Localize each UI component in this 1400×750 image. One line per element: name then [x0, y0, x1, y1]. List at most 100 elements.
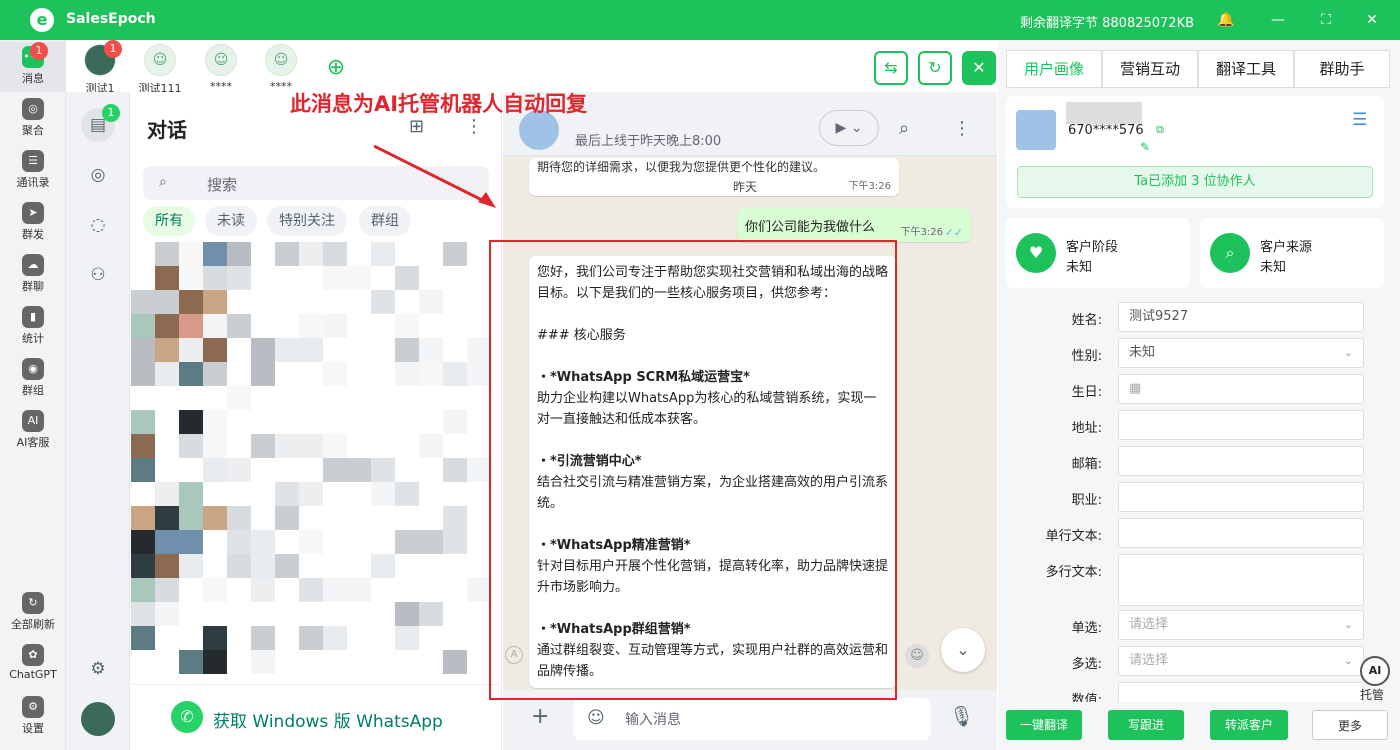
note-icon[interactable]: ☰ [1352, 110, 1367, 130]
number-input[interactable] [1118, 682, 1364, 702]
copy-icon[interactable]: ⧉ [1156, 123, 1164, 137]
bell-icon[interactable]: 🔔 [1216, 10, 1236, 30]
account-tab[interactable]: 测试1 1 [72, 40, 128, 96]
mosaic-cell [251, 650, 275, 674]
switch-icon[interactable]: ⇆ [874, 51, 908, 85]
follow-up-button[interactable]: 写跟进 [1108, 710, 1184, 740]
edit-icon[interactable]: ✎ [1140, 140, 1150, 154]
mosaic-cell [299, 482, 323, 506]
new-chat-icon[interactable]: ⊞ [409, 116, 424, 137]
nav-broadcast[interactable]: ➤ 群发 [0, 198, 66, 248]
nav-contacts[interactable]: ☰ 通讯录 [0, 146, 66, 196]
mosaic-cell [371, 506, 395, 530]
menu-icon[interactable]: ⋮ [465, 116, 483, 137]
filter-favorites[interactable]: 特别关注 [267, 206, 347, 236]
close-icon[interactable]: ✕ [1362, 10, 1382, 30]
tab-user-profile[interactable]: 用户画像 [1006, 50, 1102, 88]
channels-icon[interactable]: ◌ [81, 208, 115, 242]
attach-plus-icon[interactable]: + [531, 704, 549, 729]
scroll-down-icon[interactable]: ⌄ [941, 628, 985, 672]
job-input[interactable] [1118, 482, 1364, 512]
ai-hosting-icon[interactable]: AI [1360, 656, 1390, 686]
account-tab[interactable]: ☺ **** [193, 44, 249, 93]
chevron-down-icon: ⌄ [1343, 618, 1353, 631]
mosaic-cell [275, 362, 299, 386]
mosaic-cell [419, 242, 443, 266]
account-tab[interactable]: ☺ **** [253, 44, 309, 93]
translate-all-button[interactable]: 一键翻译 [1006, 710, 1082, 740]
tab-group-helper[interactable]: 群助手 [1294, 50, 1390, 88]
message-bubble[interactable]: 期待您的详细需求，以便我为您提供更个性化的建议。 下午3:26 [529, 158, 899, 196]
account-tab[interactable]: ☺ 测试111 [132, 44, 188, 96]
mosaic-cell [443, 242, 467, 266]
ai-service-icon: AI [22, 410, 44, 432]
wa-settings-icon[interactable]: ⚙ [81, 652, 115, 686]
more-button[interactable]: 更多 [1312, 710, 1388, 740]
mosaic-cell [227, 650, 251, 674]
nav-stats[interactable]: ▮ 统计 [0, 302, 66, 352]
mosaic-cell [299, 410, 323, 434]
profile-avatar[interactable] [81, 702, 115, 736]
nav-chatgpt[interactable]: ✿ ChatGPT [0, 640, 66, 690]
address-input[interactable] [1118, 410, 1364, 440]
sticker-icon[interactable]: ☺ [587, 708, 605, 728]
nav-refresh-all[interactable]: ↻ 全部刷新 [0, 588, 66, 638]
mosaic-cell [227, 578, 251, 602]
chevron-down-icon: ⌄ [1343, 346, 1353, 359]
mosaic-cell [227, 530, 251, 554]
filter-unread[interactable]: 未读 [205, 206, 257, 236]
close-session-icon[interactable]: ✕ [962, 51, 996, 85]
customer-source-card[interactable]: ⌕ 客户来源 未知 [1200, 218, 1384, 288]
search-chat-icon[interactable]: ⌕ [899, 118, 909, 139]
user-stage-icon: ♥ [1016, 233, 1056, 273]
annotation-arrow [373, 144, 496, 208]
outgoing-message[interactable]: 你们公司能为我做什么 下午3:26 ✓✓ [737, 208, 971, 242]
single-select[interactable]: 请选择 ⌄ [1118, 610, 1364, 640]
mosaic-cell [419, 362, 443, 386]
mosaic-cell [467, 314, 491, 338]
tab-translate[interactable]: 翻译工具 [1198, 50, 1294, 88]
blurred-chat-list[interactable] [131, 242, 502, 682]
customer-stage-card[interactable]: ♥ 客户阶段 未知 [1006, 218, 1190, 288]
mosaic-cell [395, 626, 419, 650]
nav-ai-service[interactable]: AI AI客服 [0, 406, 66, 456]
nav-settings[interactable]: ⚙ 设置 [0, 692, 66, 742]
mosaic-cell [275, 602, 299, 626]
chatgpt-icon: ✿ [22, 644, 44, 666]
nav-aggregate[interactable]: ◎ 聚合 [0, 94, 66, 144]
add-account-icon[interactable]: ⊕ [322, 54, 350, 82]
minimize-icon[interactable]: — [1268, 10, 1288, 30]
emoji-react-icon[interactable]: ☺ [905, 644, 929, 668]
refresh-all-icon: ↻ [22, 592, 44, 614]
mosaic-cell [467, 242, 491, 266]
status-icon[interactable]: ◎ [81, 158, 115, 192]
tab-marketing[interactable]: 营销互动 [1102, 50, 1198, 88]
filter-all[interactable]: 所有 [143, 206, 195, 236]
field-label: 单行文本: [1045, 529, 1102, 544]
name-input[interactable]: 测试9527 [1118, 302, 1364, 332]
maximize-icon[interactable]: ⛶ [1316, 10, 1336, 30]
multi-text-input[interactable] [1118, 554, 1364, 606]
communities-icon[interactable]: ⚇ [81, 258, 115, 292]
mosaic-cell [419, 434, 443, 458]
video-call-icon[interactable]: ▶ ⌄ [819, 110, 879, 146]
chat-menu-icon[interactable]: ⋮ [953, 118, 971, 139]
nav-messages[interactable]: ••• 消息 1 [0, 42, 66, 92]
nav-group-chat[interactable]: ☁ 群聊 [0, 250, 66, 300]
mosaic-cell [395, 458, 419, 482]
stats-icon: ▮ [22, 306, 44, 328]
birthday-input[interactable]: ▦ [1118, 374, 1364, 404]
collaborators-bar[interactable]: Ta已添加 3 位协作人 [1017, 166, 1373, 198]
mosaic-cell [131, 290, 155, 314]
reload-icon[interactable]: ↻ [918, 51, 952, 85]
email-input[interactable] [1118, 446, 1364, 476]
reassign-button[interactable]: 转派客户 [1210, 710, 1288, 740]
mosaic-cell [203, 650, 227, 674]
message-input[interactable]: ☺ 输入消息 [573, 698, 931, 740]
get-windows-banner[interactable]: ✆ 获取 Windows 版 WhatsApp [131, 684, 502, 750]
single-text-input[interactable] [1118, 518, 1364, 548]
microphone-icon[interactable]: 🎙 [949, 704, 974, 728]
nav-groups[interactable]: ◉ 群组 [0, 354, 66, 404]
multi-select[interactable]: 请选择 ⌄ [1118, 646, 1364, 676]
gender-select[interactable]: 未知 ⌄ [1118, 338, 1364, 368]
